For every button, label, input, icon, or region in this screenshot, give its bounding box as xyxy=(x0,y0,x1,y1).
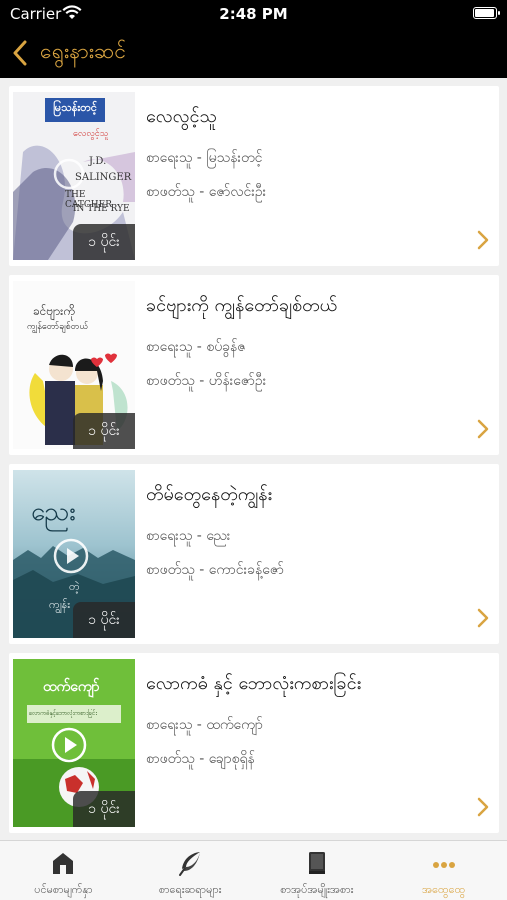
more-icon xyxy=(432,862,455,868)
book-cover: ခင်ဗျားကို ကျွန်တော်ချစ်တယ် ၁ ပိုင်း xyxy=(13,281,135,449)
cover-title: ထက်ကျော် xyxy=(43,679,100,695)
book-title: လေလွင့်သူ xyxy=(146,106,217,127)
parts-badge: ၁ ပိုင်း xyxy=(73,224,135,260)
back-label: ရွေးနားဆင် xyxy=(40,38,126,63)
book-card[interactable]: မြသန်းတင့် လေလွင့်သူ J.D. SALINGER THE C… xyxy=(9,86,499,266)
chevron-left-icon xyxy=(13,40,27,66)
parts-badge: ၁ ပိုင်း xyxy=(73,791,135,827)
tab-label: ပင်မစာမျက်နှာ xyxy=(34,883,93,896)
book-title: ခင်ဗျားကို ကျွန်တော်ချစ်တယ် xyxy=(146,295,338,316)
battery-icon xyxy=(473,7,500,19)
chevron-right-icon xyxy=(477,797,489,817)
book-icon xyxy=(308,852,325,874)
cover-subtitle: လေလွင့်သူ xyxy=(73,129,109,139)
book-narrator: စာဖတ်သူ - ချောစုရှိန် xyxy=(146,751,255,767)
tab-authors[interactable]: စာရေးဆရာများ xyxy=(127,841,254,900)
chevron-right-icon xyxy=(477,230,489,250)
book-author: စာရေးသူ - မြသန်းတင့် xyxy=(146,150,263,166)
tab-label: အထွေထွေ xyxy=(421,883,466,896)
book-title: လောကဓံ နှင့် ဘောလုံးကစားခြင်း xyxy=(146,673,362,694)
cover-subtitle: ကျွန်တော်ချစ်တယ် xyxy=(27,322,89,332)
chevron-right-icon xyxy=(477,608,489,628)
tab-categories[interactable]: စာအုပ်အမျိုးအစား xyxy=(254,841,381,900)
book-narrator: စာဖတ်သူ - ဟိန်းဇော်ဦး xyxy=(146,373,267,389)
parts-badge: ၁ ပိုင်း xyxy=(73,602,135,638)
book-cover: မြသန်းတင့် လေလွင့်သူ J.D. SALINGER THE C… xyxy=(13,92,135,260)
book-card[interactable]: ထက်ကျော် လောကဓံနှင့်ဘောလုံးကစားခြင်း ၁ ပ… xyxy=(9,653,499,833)
home-icon xyxy=(53,853,74,874)
book-author: စာရေးသူ - ညေး xyxy=(146,528,231,544)
cover-en-line: J.D. xyxy=(89,156,107,167)
tab-more[interactable]: အထွေထွေ xyxy=(380,841,507,900)
book-author: စာရေးသူ - စပ်ခွန်ဇ xyxy=(146,339,246,355)
clock: 2:48 PM xyxy=(219,5,288,23)
book-narrator: စာဖတ်သူ - ဇော်လင်းဦး xyxy=(146,184,267,200)
tab-label: စာရေးဆရာများ xyxy=(158,883,222,896)
back-button[interactable]: ရွေးနားဆင် xyxy=(12,34,126,72)
book-card[interactable]: ညေး တဲ့ ကျွန်း ၁ ပိုင်း တိမ်တွေနေတဲ့ကျွန… xyxy=(9,464,499,644)
cover-title: မြသန်းတင့် xyxy=(52,101,98,114)
tab-label: စာအုပ်အမျိုးအစား xyxy=(280,883,354,896)
quill-icon xyxy=(179,852,201,876)
book-author: စာရေးသူ - ထက်ကျော် xyxy=(146,717,263,733)
cover-subtitle: တဲ့ xyxy=(69,580,80,593)
cover-title: ညေး xyxy=(31,497,76,527)
cover-subtitle: လောကဓံနှင့်ဘောလုံးကစားခြင်း xyxy=(29,710,97,717)
book-narrator: စာဖတ်သူ - ကောင်းခန့်ဇော် xyxy=(146,562,284,578)
tab-home[interactable]: ပင်မစာမျက်နှာ xyxy=(0,841,127,900)
book-cover: ညေး တဲ့ ကျွန်း ၁ ပိုင်း xyxy=(13,470,135,638)
battery-fill xyxy=(475,9,494,17)
navigation-bar: ရွေးနားဆင် xyxy=(0,28,507,78)
parts-badge: ၁ ပိုင်း xyxy=(73,413,135,449)
book-list: မြသန်းတင့် လေလွင့်သူ J.D. SALINGER THE C… xyxy=(0,78,507,840)
cover-subtitle: ကျွန်း xyxy=(49,598,70,611)
book-card[interactable]: ခင်ဗျားကို ကျွန်တော်ချစ်တယ် ၁ ပိုင်း ခင်… xyxy=(9,275,499,455)
cover-en-line: SALINGER xyxy=(75,172,132,183)
tab-bar: ပင်မစာမျက်နှာ စာရေးဆရာများ စာအုပ်အမျိုးအ… xyxy=(0,840,507,900)
cover-title: ခင်ဗျားကို xyxy=(33,304,75,318)
book-cover: ထက်ကျော် လောကဓံနှင့်ဘောလုံးကစားခြင်း ၁ ပ… xyxy=(13,659,135,827)
status-bar: Carrier 2:48 PM xyxy=(0,0,507,28)
book-title: တိမ်တွေနေတဲ့ကျွန်း xyxy=(146,484,273,505)
cover-en-line: IN THE RYE xyxy=(73,204,130,214)
chevron-right-icon xyxy=(477,419,489,439)
